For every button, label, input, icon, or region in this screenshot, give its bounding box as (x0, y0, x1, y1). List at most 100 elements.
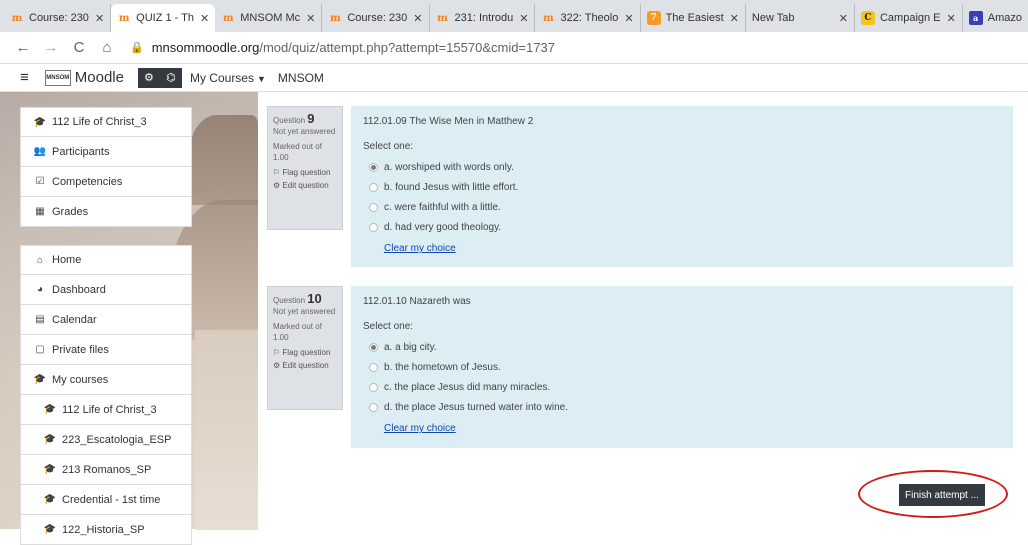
tab-title: Amazo (987, 12, 1022, 24)
radio-button[interactable] (369, 182, 378, 192)
tab-title: The Easiest (665, 12, 724, 24)
answer-option[interactable]: a. a big city. (363, 337, 1001, 357)
edit-question-link[interactable]: ⚙ Edit question (273, 180, 337, 191)
tab-title: QUIZ 1 - Th (136, 12, 195, 24)
radio-button[interactable] (369, 222, 378, 232)
clear-choice-link[interactable]: Clear my choice (384, 423, 1001, 434)
drawer-item-competencies[interactable]: ☑ Competencies (20, 167, 192, 197)
drawer-spacer (20, 227, 192, 245)
mortarboard-icon: 🎓 (43, 494, 57, 505)
answer-label[interactable]: a. worshiped with words only. (384, 162, 514, 173)
answer-label[interactable]: b. found Jesus with little effort. (384, 182, 518, 193)
drawer-item-course[interactable]: 🎓 122_Historia_SP (20, 515, 192, 545)
answer-label[interactable]: b. the hometown of Jesus. (384, 362, 501, 373)
close-icon[interactable]: ✕ (413, 12, 422, 25)
drawer-item-grades[interactable]: ▦ Grades (20, 197, 192, 227)
close-icon[interactable]: ✕ (200, 12, 209, 25)
gear-icon: ⚙ (273, 361, 281, 370)
drawer-item-participants[interactable]: 👥 Participants (20, 137, 192, 167)
drawer-item-label: Participants (52, 145, 110, 158)
flag-icon: ⚐ (273, 168, 281, 177)
edit-question-link[interactable]: ⚙ Edit question (273, 360, 337, 371)
drawer-item-dashboard[interactable]: ◕ Dashboard (20, 275, 192, 305)
close-icon[interactable]: ✕ (730, 12, 739, 25)
drawer-item-course[interactable]: 🎓 213 Romanos_SP (20, 455, 192, 485)
close-icon[interactable]: ✕ (624, 12, 633, 25)
drawer-item-label: Credential - 1st time (62, 493, 161, 506)
close-icon[interactable]: ✕ (947, 12, 956, 25)
drawer-item-label: 223_Escatologia_ESP (62, 433, 172, 446)
radio-button[interactable] (369, 362, 378, 372)
flag-question-link[interactable]: ⚐ Flag question (273, 167, 337, 178)
drawer-item-private-files[interactable]: ▢ Private files (20, 335, 192, 365)
close-icon[interactable]: ✕ (306, 12, 315, 25)
answer-label[interactable]: d. the place Jesus turned water into win… (384, 402, 568, 413)
answer-label[interactable]: c. were faithful with a little. (384, 202, 501, 213)
radio-button[interactable] (369, 382, 378, 392)
my-courses-menu[interactable]: My Courses ▼ (190, 71, 266, 85)
browser-tab[interactable]: C Campaign E ✕ (855, 4, 963, 32)
browser-tab[interactable]: m Course: 230 ✕ (322, 4, 430, 32)
radio-button[interactable] (369, 342, 378, 352)
answer-option[interactable]: b. the hometown of Jesus. (363, 357, 1001, 377)
moodle-navbar: ≡ MNSOM Moodle ⚙ ⌬ My Courses ▼ MNSOM (0, 64, 1028, 92)
clear-choice-link[interactable]: Clear my choice (384, 243, 1001, 254)
hamburger-menu-icon[interactable]: ≡ (20, 69, 29, 86)
url-path: /mod/quiz/attempt.php?attempt=15570&cmid… (259, 40, 555, 55)
browser-tab[interactable]: m Course: 230 ✕ (4, 4, 112, 32)
answer-option[interactable]: b. found Jesus with little effort. (363, 177, 1001, 197)
drawer-item-label: Calendar (52, 313, 97, 326)
answer-option[interactable]: d. the place Jesus turned water into win… (363, 397, 1001, 417)
campaign-favicon-icon: C (860, 11, 875, 25)
drawer-item-course[interactable]: 🎓 112 Life of Christ_3 (20, 395, 192, 425)
browser-tab[interactable]: m 231: Introdu ✕ (430, 4, 536, 32)
mortarboard-icon: 🎓 (43, 434, 57, 445)
settings-cog-icon[interactable]: ⚙ (137, 67, 160, 88)
radio-button[interactable] (369, 162, 378, 172)
answer-option[interactable]: d. had very good theology. (363, 217, 1001, 237)
browser-tab[interactable]: a Amazo (963, 4, 1028, 32)
answer-option[interactable]: a. worshiped with words only. (363, 157, 1001, 177)
question-label: Question (273, 296, 306, 305)
question-number-value: 9 (307, 111, 315, 126)
drawer-item-my-courses[interactable]: 🎓 My courses (20, 365, 192, 395)
browser-tab[interactable]: m MNSOM Mc ✕ (215, 4, 323, 32)
browser-tab[interactable]: m 322: Theolo ✕ (535, 4, 641, 32)
browser-tab-active[interactable]: m QUIZ 1 - Th ✕ (111, 4, 216, 32)
back-arrow-icon[interactable]: ← (12, 39, 34, 56)
answer-option[interactable]: c. the place Jesus did many miracles. (363, 377, 1001, 397)
drawer-item-course[interactable]: 🎓 223_Escatologia_ESP (20, 425, 192, 455)
close-icon[interactable]: ✕ (839, 12, 848, 25)
my-courses-label: My Courses (189, 70, 254, 85)
answer-label[interactable]: c. the place Jesus did many miracles. (384, 382, 550, 393)
close-icon[interactable]: ✕ (95, 12, 104, 25)
question-number-value: 10 (307, 291, 322, 306)
home-icon[interactable]: ⌂ (96, 39, 118, 56)
brand-name[interactable]: Moodle (75, 69, 124, 86)
drawer-item-calendar[interactable]: ▤ Calendar (20, 305, 192, 335)
moodle-favicon-icon: m (11, 12, 23, 24)
site-logo[interactable]: MNSOM (44, 69, 71, 86)
forward-arrow-icon[interactable]: → (40, 39, 62, 56)
close-icon[interactable]: ✕ (519, 12, 528, 25)
answer-label[interactable]: d. had very good theology. (384, 222, 501, 233)
reload-icon[interactable]: C (68, 39, 90, 56)
radio-button[interactable] (369, 402, 378, 412)
url-field[interactable]: 🔒 mnsommoodle.org/mod/quiz/attempt.php?a… (130, 40, 555, 55)
drawer-item-course[interactable]: 🎓 112 Life of Christ_3 (20, 107, 192, 137)
tab-title: MNSOM Mc (240, 12, 301, 24)
answer-option[interactable]: c. were faithful with a little. (363, 197, 1001, 217)
lock-icon: 🔒 (130, 42, 144, 54)
site-link[interactable]: MNSOM (278, 71, 324, 85)
drawer-item-home[interactable]: ⌂ Home (20, 245, 192, 275)
drawer-item-course[interactable]: 🎓 Credential - 1st time (20, 485, 192, 515)
sitemap-icon[interactable]: ⌬ (159, 67, 182, 88)
question-info: Question 10 Not yet answered Marked out … (267, 286, 343, 410)
radio-button[interactable] (369, 202, 378, 212)
drawer-item-label: Dashboard (52, 283, 106, 296)
drawer-item-label: 112 Life of Christ_3 (52, 116, 147, 128)
answer-label[interactable]: a. a big city. (384, 342, 437, 353)
flag-question-link[interactable]: ⚐ Flag question (273, 347, 337, 358)
browser-tab[interactable]: New Tab ✕ (746, 4, 855, 32)
browser-tab[interactable]: 7 The Easiest ✕ (641, 4, 746, 32)
